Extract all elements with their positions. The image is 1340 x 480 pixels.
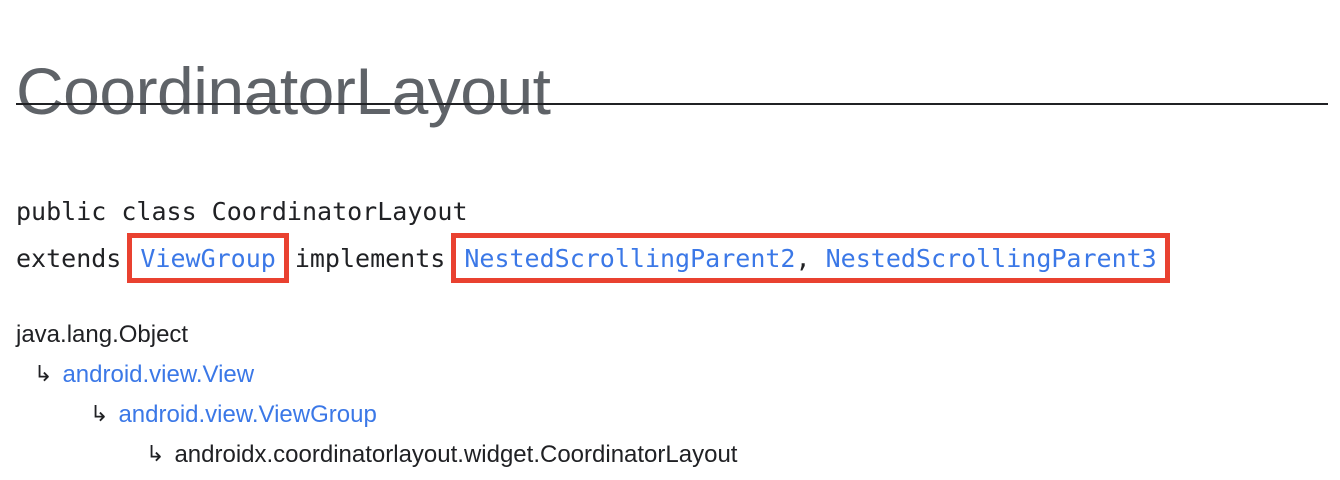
superclass-link[interactable]: ViewGroup <box>140 244 275 273</box>
hierarchy-link-view[interactable]: android.view.View <box>62 360 254 390</box>
hierarchy-link-viewgroup[interactable]: android.view.ViewGroup <box>118 400 376 430</box>
page-title: CoordinatorLayout <box>16 54 551 129</box>
extends-keyword: extends <box>16 243 122 273</box>
interface-link-nested-scrolling-parent3[interactable]: NestedScrollingParent3 <box>826 244 1157 273</box>
interface-link-nested-scrolling-parent2[interactable]: NestedScrollingParent2 <box>464 244 795 273</box>
interface-separator: , <box>795 243 811 273</box>
hierarchy-item-object: java.lang.Object <box>16 320 188 350</box>
hierarchy-arrow-icon: ↳ <box>90 402 109 427</box>
interfaces-highlight-box: NestedScrollingParent2, NestedScrollingP… <box>451 233 1170 283</box>
hierarchy-item-coordinatorlayout: ↳ androidx.coordinatorlayout.widget.Coor… <box>146 440 737 470</box>
class-declaration-line: public class CoordinatorLayout <box>16 195 468 227</box>
implements-keyword: implements <box>294 243 446 273</box>
hierarchy-item-viewgroup: ↳ android.view.ViewGroup <box>90 400 377 430</box>
hierarchy-label: java.lang.Object <box>16 321 189 348</box>
hierarchy-label-current: androidx.coordinatorlayout.widget.Coordi… <box>174 441 738 468</box>
hierarchy-arrow-icon: ↳ <box>146 442 165 467</box>
title-divider <box>16 103 1328 105</box>
superclass-highlight-box: ViewGroup <box>127 233 289 283</box>
hierarchy-arrow-icon: ↳ <box>34 362 53 387</box>
hierarchy-item-view: ↳ android.view.View <box>34 360 254 390</box>
class-signature: public class CoordinatorLayout <box>16 196 468 226</box>
inheritance-declaration-line: extends ViewGroup implements NestedScrol… <box>16 233 1176 283</box>
